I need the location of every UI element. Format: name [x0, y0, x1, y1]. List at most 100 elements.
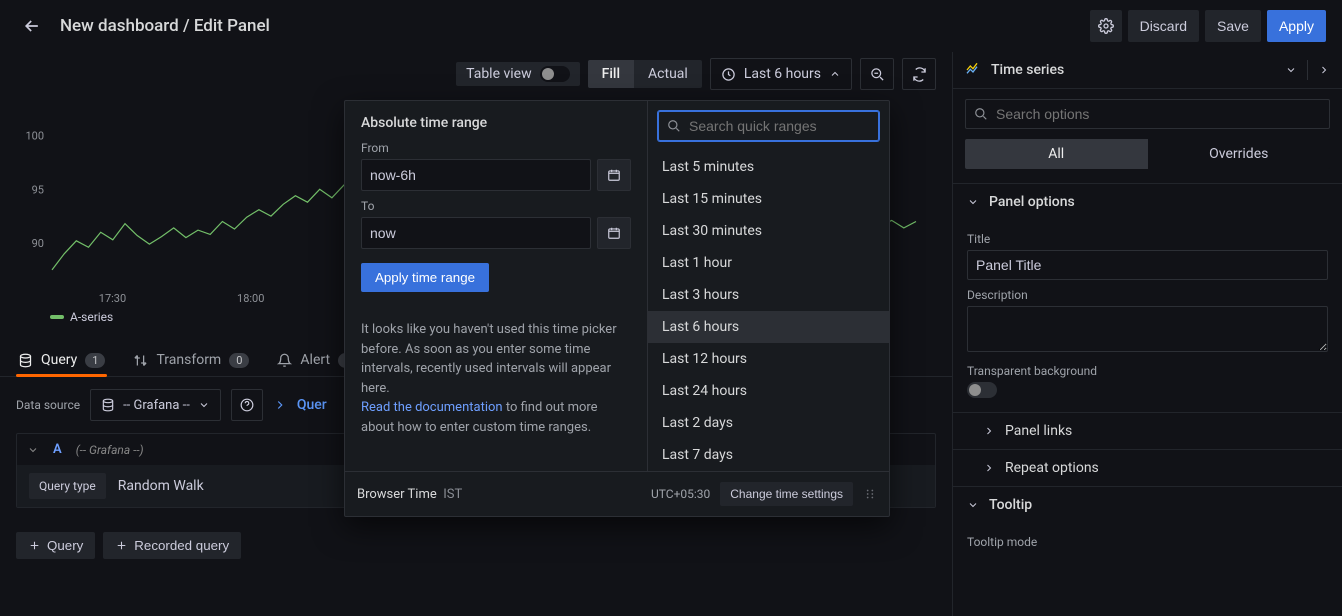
table-view-toggle[interactable]: Table view — [456, 62, 580, 86]
quick-range-item[interactable]: Last 24 hours — [648, 375, 889, 407]
tooltip-section-label: Tooltip — [989, 497, 1032, 513]
section-panel-links[interactable]: Panel links — [953, 412, 1342, 449]
fill-option[interactable]: Fill — [588, 60, 634, 88]
viz-type-label[interactable]: Time series — [991, 62, 1275, 78]
add-recorded-query-button[interactable]: Recorded query — [103, 532, 241, 559]
time-doc-link[interactable]: Read the documentation — [361, 400, 503, 415]
section-tooltip[interactable]: Tooltip — [953, 486, 1342, 523]
search-icon — [974, 107, 988, 121]
svg-text:18:00: 18:00 — [237, 292, 264, 305]
search-options-input-wrap[interactable] — [965, 99, 1330, 129]
section-panel-options[interactable]: Panel options — [953, 183, 1342, 220]
table-view-label: Table view — [466, 66, 532, 82]
description-input[interactable] — [967, 306, 1328, 352]
tab-all[interactable]: All — [965, 139, 1148, 169]
tab-query[interactable]: Query 1 — [16, 344, 107, 376]
time-from-input[interactable] — [361, 159, 591, 191]
chevron-right-icon — [983, 425, 995, 437]
quick-range-item[interactable]: Last 5 minutes — [648, 151, 889, 183]
time-range-popover: Absolute time range From To Apply time r… — [344, 100, 890, 517]
svg-text:90: 90 — [32, 237, 44, 250]
arrow-left-icon — [22, 16, 42, 36]
query-inspector-link[interactable]: Quer — [297, 397, 327, 413]
quick-range-search-input[interactable] — [689, 118, 870, 134]
quick-range-item[interactable]: Last 3 hours — [648, 279, 889, 311]
tab-overrides[interactable]: Overrides — [1148, 139, 1331, 169]
quick-range-item[interactable]: Last 12 hours — [648, 343, 889, 375]
discard-button[interactable]: Discard — [1128, 10, 1199, 42]
time-to-calendar-button[interactable] — [597, 217, 631, 249]
tab-query-badge: 1 — [85, 353, 105, 368]
drag-handle-icon[interactable] — [863, 487, 877, 501]
settings-button[interactable] — [1090, 10, 1122, 42]
time-range-label: Last 6 hours — [744, 66, 821, 82]
switch-icon — [540, 66, 570, 82]
tab-alert-label: Alert — [300, 352, 330, 368]
timeseries-icon — [965, 62, 981, 78]
tab-transform-badge: 0 — [229, 353, 249, 368]
browser-tz: IST — [443, 487, 462, 502]
time-range-button[interactable]: Last 6 hours — [710, 58, 852, 90]
calendar-icon — [607, 168, 621, 182]
actual-option[interactable]: Actual — [634, 60, 702, 88]
title-input[interactable] — [967, 250, 1328, 280]
quick-range-item[interactable]: Last 15 minutes — [648, 183, 889, 215]
query-type-value[interactable]: Random Walk — [118, 478, 204, 494]
time-to-input[interactable] — [361, 217, 591, 249]
add-query-label: Query — [47, 538, 83, 553]
chevron-down-icon — [967, 196, 979, 208]
utc-offset: UTC+05:30 — [651, 487, 710, 501]
legend-color-icon — [50, 315, 64, 319]
absolute-time-range-heading: Absolute time range — [361, 115, 631, 131]
chevron-right-icon[interactable] — [1318, 64, 1330, 76]
tab-query-label: Query — [41, 352, 77, 368]
time-to-label: To — [361, 199, 631, 213]
clock-icon — [721, 67, 736, 82]
question-icon — [240, 398, 254, 412]
quick-range-list: Last 5 minutesLast 15 minutesLast 30 min… — [648, 151, 889, 471]
chevron-right-icon — [983, 462, 995, 474]
svg-text:17:30: 17:30 — [99, 292, 126, 305]
database-icon — [18, 353, 33, 368]
back-button[interactable] — [16, 10, 48, 42]
apply-time-range-button[interactable]: Apply time range — [361, 263, 489, 292]
transparent-toggle[interactable] — [967, 382, 997, 398]
transparent-label: Transparent background — [967, 364, 1328, 378]
zoom-out-icon — [870, 67, 885, 82]
query-options-expand[interactable] — [273, 398, 287, 412]
add-recorded-query-label: Recorded query — [134, 538, 229, 553]
calendar-icon — [607, 226, 621, 240]
change-time-settings-button[interactable]: Change time settings — [720, 482, 853, 506]
refresh-button[interactable] — [902, 58, 936, 90]
quick-range-item[interactable]: Last 7 days — [648, 439, 889, 471]
tab-transform[interactable]: Transform 0 — [131, 344, 251, 376]
datasource-value: -- Grafana -- — [123, 398, 190, 413]
time-hint-text-1: It looks like you haven't used this time… — [361, 322, 617, 396]
repeat-options-label: Repeat options — [1005, 460, 1099, 476]
quick-range-item[interactable]: Last 30 minutes — [648, 215, 889, 247]
chevron-right-icon — [273, 398, 287, 412]
legend-series-label: A-series — [70, 310, 113, 324]
section-repeat-options[interactable]: Repeat options — [953, 449, 1342, 486]
search-options-input[interactable] — [996, 106, 1321, 122]
description-label: Description — [967, 288, 1328, 302]
time-from-calendar-button[interactable] — [597, 159, 631, 191]
chevron-down-icon[interactable] — [1285, 64, 1297, 76]
quick-range-item[interactable]: Last 1 hour — [648, 247, 889, 279]
datasource-help-button[interactable] — [231, 389, 263, 421]
panel-links-label: Panel links — [1005, 423, 1072, 439]
section-panel-options-label: Panel options — [989, 194, 1075, 210]
datasource-select[interactable]: -- Grafana -- — [90, 389, 221, 421]
quick-range-search[interactable] — [658, 111, 879, 141]
add-query-button[interactable]: Query — [16, 532, 95, 559]
chevron-down-icon[interactable] — [27, 444, 39, 456]
zoom-out-button[interactable] — [860, 58, 894, 90]
save-button[interactable]: Save — [1205, 10, 1261, 42]
quick-range-item[interactable]: Last 6 hours — [648, 311, 889, 343]
browser-time-label: Browser Time — [357, 487, 437, 502]
quick-range-item[interactable]: Last 2 days — [648, 407, 889, 439]
query-type-label: Query type — [29, 473, 106, 499]
breadcrumb: New dashboard / Edit Panel — [60, 16, 1078, 36]
apply-button[interactable]: Apply — [1267, 10, 1326, 42]
gear-icon — [1098, 18, 1114, 34]
